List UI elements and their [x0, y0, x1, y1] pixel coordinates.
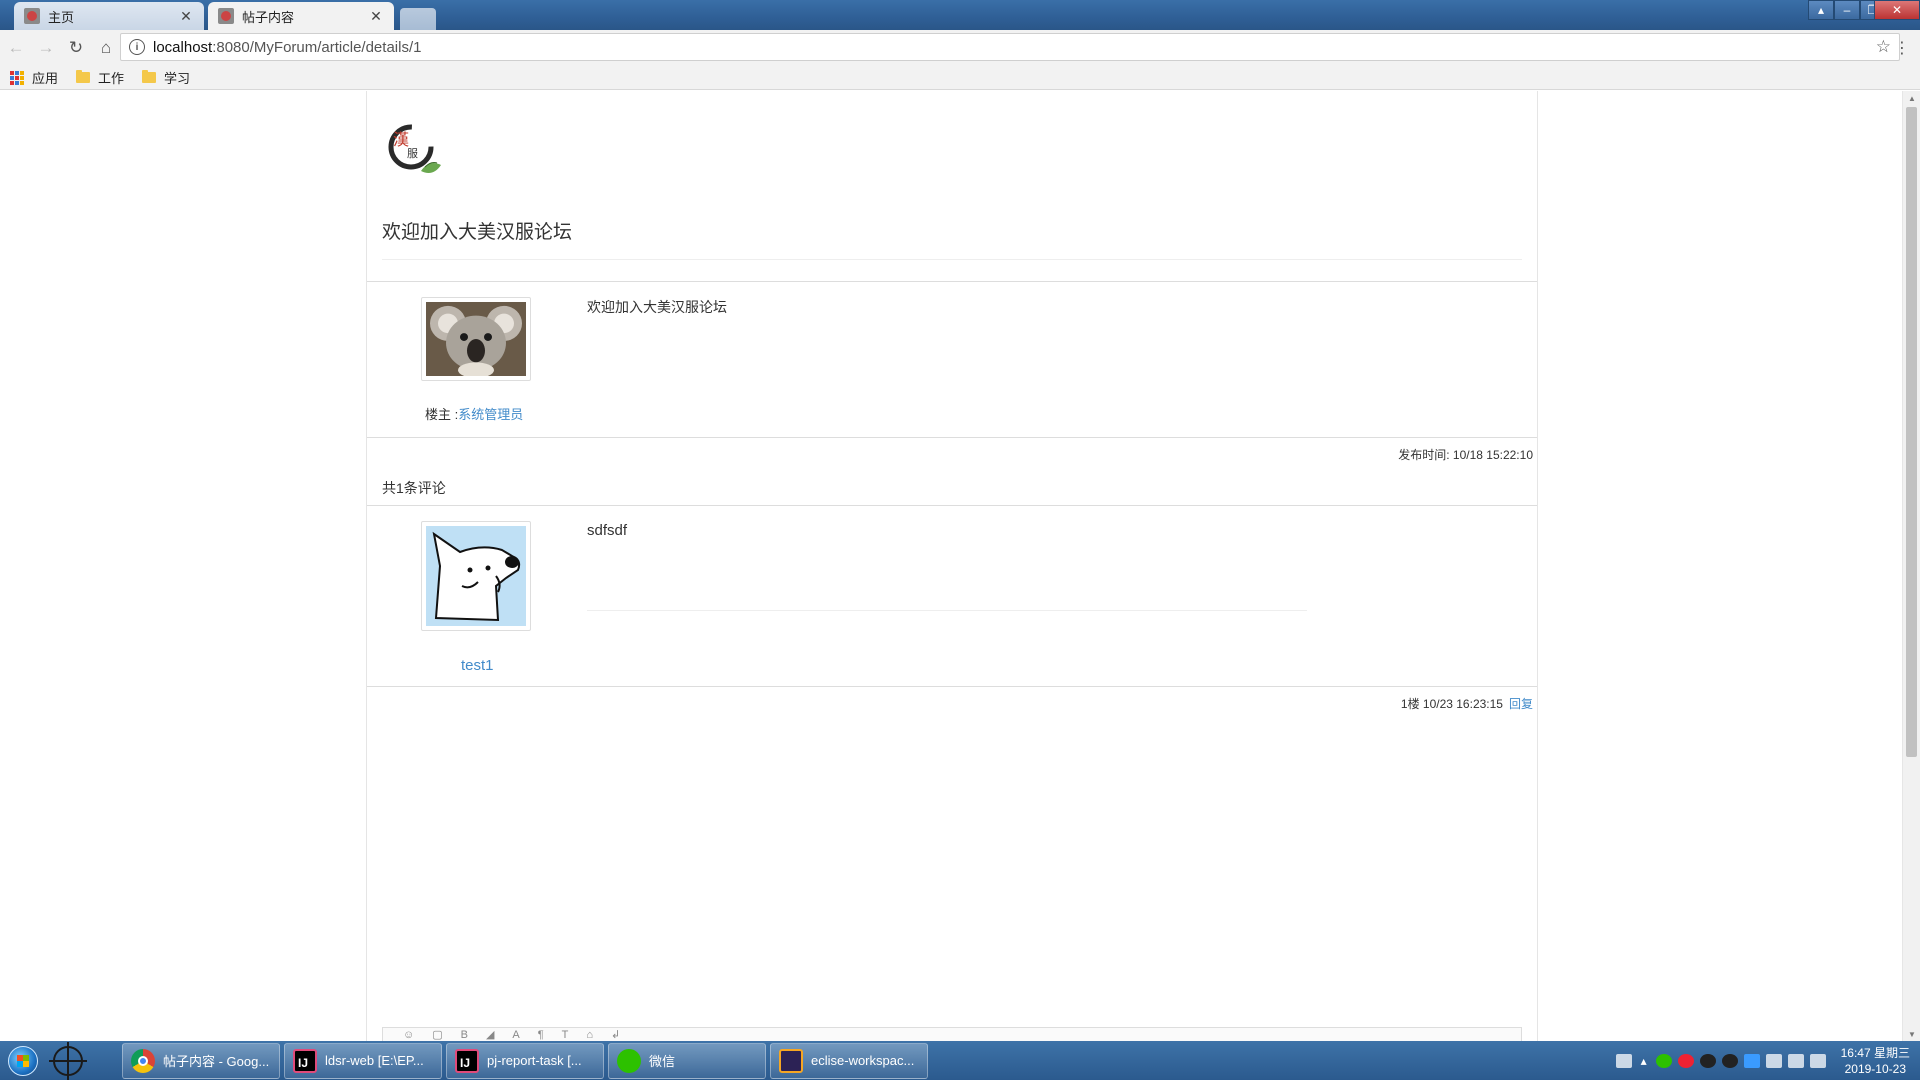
- divider: [382, 259, 1522, 260]
- keyboard-icon[interactable]: [1615, 1053, 1632, 1068]
- comment-floor-time: 1楼 10/23 16:23:15: [1400, 697, 1503, 711]
- taskbar-label: eclise-workspac...: [811, 1053, 915, 1068]
- bookmark-star-icon[interactable]: ☆: [1876, 37, 1891, 57]
- comment-editor-toolbar[interactable]: ☺▢B◢A¶T⌂↲: [382, 1027, 1522, 1041]
- comment-item: test1 sdfsdf: [367, 505, 1537, 687]
- comment-content: sdfsdf: [587, 522, 628, 539]
- tab-home[interactable]: 主页 ✕: [14, 2, 204, 30]
- menu-icon[interactable]: ⋮: [1894, 38, 1910, 58]
- pinned-app[interactable]: [46, 1041, 90, 1080]
- forum-logo: 漢 服: [385, 121, 445, 181]
- home-button[interactable]: ⌂: [92, 34, 120, 62]
- author-link[interactable]: 系统管理员: [458, 407, 523, 422]
- scroll-thumb[interactable]: [1906, 107, 1917, 757]
- taskbar-label: ldsr-web [E:\EP...: [325, 1053, 424, 1068]
- clock-time: 16:47 星期三: [1840, 1045, 1910, 1060]
- volume-icon[interactable]: [1809, 1053, 1826, 1068]
- info-icon[interactable]: i: [129, 39, 145, 55]
- forum-favicon: [24, 8, 40, 24]
- flag-icon[interactable]: [1765, 1053, 1782, 1068]
- folder-icon: [76, 70, 91, 83]
- taskbar-intellij-pj[interactable]: IJ pj-report-task [...: [446, 1042, 604, 1079]
- taskbar-chrome[interactable]: 帖子内容 - Goog...: [122, 1042, 280, 1079]
- tab-label: 帖子内容: [242, 9, 295, 25]
- url-path: :8080/MyForum/article/details/1: [212, 38, 422, 56]
- comment-count: 共1条评论: [382, 480, 446, 496]
- system-tray: ▴ 16:47 星期三 2019-10-23: [1613, 1041, 1920, 1080]
- chrome-icon: [131, 1048, 155, 1073]
- close-icon[interactable]: ✕: [178, 8, 194, 25]
- taskbar-label: 帖子内容 - Goog...: [163, 1054, 270, 1069]
- original-post: 楼主 :系统管理员 欢迎加入大美汉服论坛: [367, 281, 1537, 438]
- divider: [587, 610, 1307, 611]
- bookmark-work[interactable]: 工作: [76, 68, 124, 87]
- new-tab-button[interactable]: [400, 8, 436, 30]
- post-author-line: 楼主 :系统管理员: [425, 404, 523, 423]
- wechat-tray-icon[interactable]: [1655, 1053, 1672, 1068]
- forum-favicon: [218, 8, 234, 24]
- back-button[interactable]: ←: [2, 34, 30, 62]
- qq-tray-icon[interactable]: [1699, 1053, 1716, 1068]
- taskbar-label: 微信: [649, 1054, 676, 1069]
- start-button[interactable]: [0, 1041, 46, 1080]
- commenter-name[interactable]: test1: [461, 657, 494, 674]
- intellij-icon: IJ: [455, 1048, 479, 1073]
- post-publish-time: 发布时间: 10/18 15:22:10: [1398, 448, 1533, 462]
- qq-tray-icon[interactable]: [1721, 1053, 1738, 1068]
- address-bar[interactable]: i localhost:8080/MyForum/article/details…: [120, 33, 1900, 61]
- tray-expand-icon[interactable]: ▴: [1641, 1054, 1647, 1068]
- author-avatar[interactable]: [421, 297, 531, 381]
- url-host: localhost: [153, 38, 213, 56]
- minimize-button[interactable]: –: [1834, 0, 1860, 20]
- bookmark-label: 学习: [164, 71, 191, 86]
- apps-icon: [10, 70, 24, 85]
- dog-cartoon-avatar: [426, 526, 526, 626]
- network-icon[interactable]: [1787, 1053, 1804, 1068]
- comment-meta: 1楼 10/23 16:23:15 回复: [1401, 695, 1533, 712]
- intellij-icon: IJ: [293, 1048, 317, 1073]
- bookmark-study[interactable]: 学习: [142, 68, 190, 87]
- wechat-icon: [617, 1048, 641, 1073]
- page-viewport: 漢 服 欢迎加入大美汉服论坛 楼主:系统管理员 欢迎加入大美汉服论坛 发布时间…: [0, 91, 1902, 1041]
- taskbar-intellij-ldsr[interactable]: IJ ldsr-web [E:\EP...: [284, 1042, 442, 1079]
- crosshair-icon: [49, 1041, 87, 1080]
- folder-icon: [142, 70, 157, 83]
- svg-text:服: 服: [407, 147, 418, 160]
- taskbar-label: pj-report-task [...: [487, 1053, 582, 1068]
- close-icon[interactable]: ✕: [368, 8, 384, 25]
- commenter-avatar[interactable]: [421, 521, 531, 631]
- forum-title: 欢迎加入大美汉服论坛: [382, 222, 573, 243]
- browser-titlebar: 主页 ✕ 帖子内容 ✕ ▴ – ❐ ✕: [0, 0, 1920, 30]
- taskbar-eclipse[interactable]: eclise-workspac...: [770, 1042, 928, 1079]
- taskbar-clock[interactable]: 16:47 星期三 2019-10-23: [1841, 1045, 1910, 1077]
- forum-container: 漢 服 欢迎加入大美汉服论坛 楼主:系统管理员 欢迎加入大美汉服论坛 发布时间…: [366, 91, 1538, 1041]
- bookmarks-bar: 应用 工作 学习: [0, 66, 1920, 90]
- reply-link[interactable]: 回复: [1509, 697, 1533, 711]
- koala-avatar: [426, 302, 526, 376]
- tab-post-content[interactable]: 帖子内容 ✕: [208, 2, 394, 30]
- windows-logo-icon: [8, 1045, 38, 1076]
- reload-button[interactable]: ↻: [62, 34, 90, 62]
- bookmark-apps[interactable]: 应用: [10, 68, 58, 87]
- author-prefix: 楼主 :: [425, 407, 459, 422]
- eclipse-icon: [779, 1048, 803, 1073]
- user-icon[interactable]: ▴: [1808, 0, 1834, 20]
- post-content: 欢迎加入大美汉服论坛: [587, 299, 727, 315]
- windows-taskbar: 帖子内容 - Goog... IJ ldsr-web [E:\EP... IJ …: [0, 1041, 1920, 1080]
- bookmark-label: 应用: [32, 71, 59, 86]
- page-scrollbar[interactable]: ▲ ▼: [1902, 91, 1920, 1041]
- close-window-button[interactable]: ✕: [1874, 0, 1920, 20]
- scroll-up-arrow-icon[interactable]: ▲: [1903, 91, 1920, 105]
- bluetooth-tray-icon[interactable]: [1743, 1053, 1760, 1068]
- taskbar-wechat[interactable]: 微信: [608, 1042, 766, 1079]
- scroll-down-arrow-icon[interactable]: ▼: [1903, 1027, 1920, 1041]
- clock-date: 2019-10-23: [1844, 1061, 1906, 1076]
- browser-toolbar: ← → ↻ ⌂ i localhost:8080/MyForum/article…: [0, 30, 1920, 66]
- tab-label: 主页: [48, 9, 75, 25]
- antivirus-tray-icon[interactable]: [1677, 1053, 1694, 1068]
- bookmark-label: 工作: [98, 71, 125, 86]
- forward-button[interactable]: →: [32, 34, 60, 62]
